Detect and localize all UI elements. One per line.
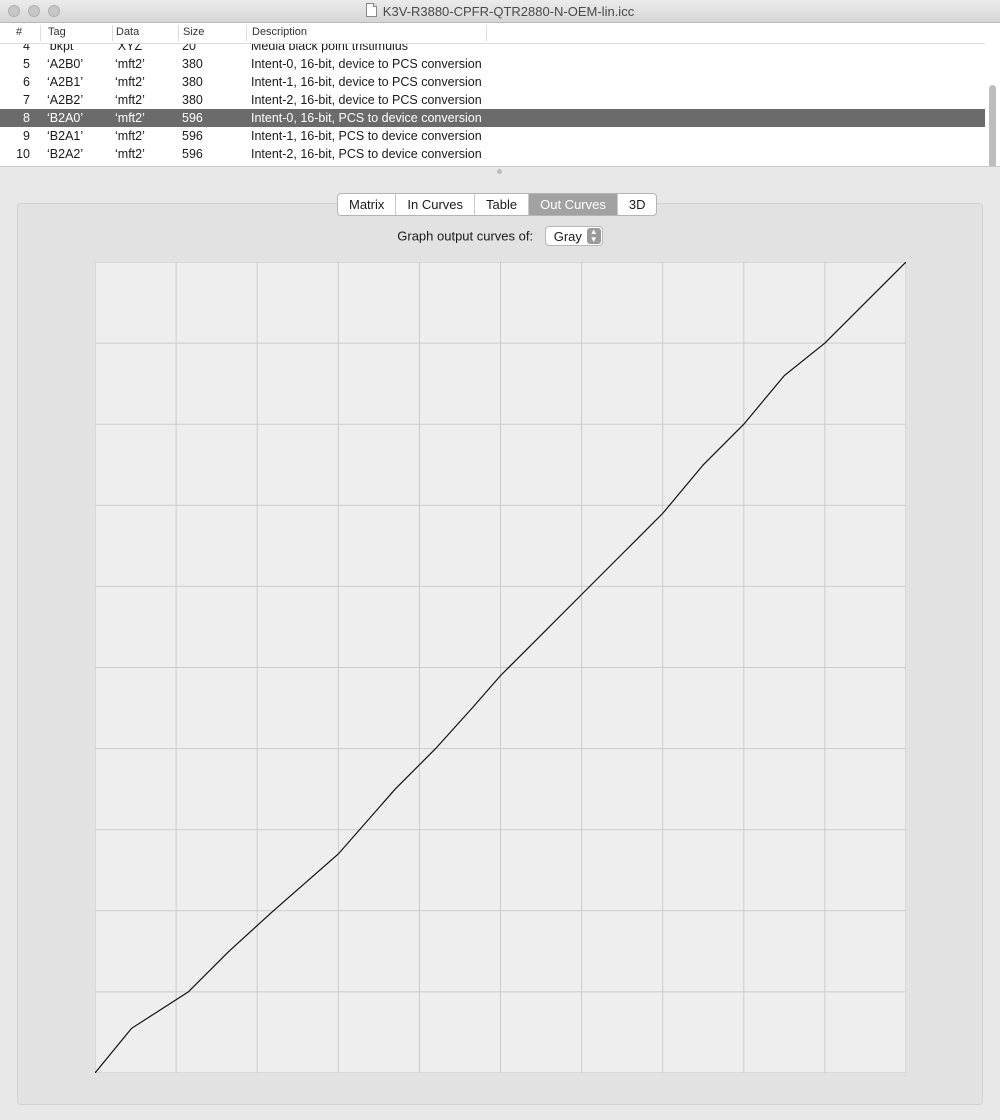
row-description: Intent-1, 16-bit, PCS to device conversi… — [251, 129, 482, 143]
row-tag: ‘B2A0’ — [47, 111, 84, 125]
tab-3d[interactable]: 3D — [618, 194, 657, 215]
table-row[interactable]: 10 ‘B2A2’ ‘mft2’ 596 Intent-2, 16-bit, PCS t… — [0, 145, 985, 163]
row-tag: ‘A2B1’ — [47, 75, 84, 89]
row-size: 380 — [182, 75, 203, 89]
tab-table[interactable]: Table — [475, 194, 530, 215]
table-row[interactable]: 7 ‘A2B2’ ‘mft2’ 380 Intent-2, 16-bit, device… — [0, 91, 985, 109]
row-number: 7 — [23, 93, 30, 107]
title-bar: K3V-R3880-CPFR-QTR2880-N-OEM-lin.icc — [0, 0, 1000, 23]
split-view-divider-handle[interactable] — [497, 169, 502, 174]
column-header-tag[interactable]: Tag — [48, 26, 66, 40]
column-separator — [40, 25, 41, 41]
view-tab-control: Matrix In Curves Table Out Curves 3D — [337, 193, 658, 216]
row-size: 596 — [182, 129, 203, 143]
row-data-type: ‘mft2’ — [115, 129, 145, 143]
channel-select[interactable]: Gray ▲ ▼ — [544, 226, 603, 246]
column-header-description[interactable]: Description — [252, 26, 307, 40]
output-curve-chart — [95, 262, 906, 1073]
row-description: Intent-2, 16-bit, device to PCS conversi… — [251, 93, 482, 107]
row-number: 5 — [23, 57, 30, 71]
table-row[interactable]: 6 ‘A2B1’ ‘mft2’ 380 Intent-1, 16-bit, device… — [0, 73, 985, 91]
row-size: 380 — [182, 93, 203, 107]
row-number: 10 — [16, 147, 30, 161]
row-tag: ‘A2B0’ — [47, 57, 84, 71]
table-row[interactable]: 11 ‘gamt’‘mft1’1,080 8-bit, PCS to gamut c… — [0, 163, 985, 166]
row-number: 8 — [23, 111, 30, 125]
row-description: Intent-2, 16-bit, PCS to device conversi… — [251, 147, 482, 161]
row-number: 11 — [0, 165, 30, 166]
row-data-type: ‘mft2’ — [115, 93, 145, 107]
graph-output-label: Graph output curves of: — [397, 228, 534, 244]
window-title-text: K3V-R3880-CPFR-QTR2880-N-OEM-lin.icc — [382, 4, 635, 19]
row-description: Intent-0, 16-bit, PCS to device conversi… — [251, 111, 482, 125]
window-title: K3V-R3880-CPFR-QTR2880-N-OEM-lin.icc — [0, 3, 1000, 19]
row-tag: ‘A2B2’ — [47, 93, 84, 107]
column-separator — [112, 25, 113, 41]
column-separator — [486, 25, 487, 41]
column-header-number[interactable]: # — [16, 26, 22, 40]
row-data-type: ‘mft2’ — [115, 111, 145, 125]
document-icon — [365, 3, 377, 17]
row-tag: ‘B2A1’ — [47, 129, 84, 143]
row-description: Intent-1, 16-bit, device to PCS conversi… — [251, 75, 482, 89]
column-separator — [178, 25, 179, 41]
tag-table-header: # Tag Data Size Description — [0, 23, 985, 44]
chevron-up-down-icon: ▲ ▼ — [586, 228, 601, 244]
row-size: 596 — [182, 111, 203, 125]
table-scrollbar[interactable] — [989, 85, 996, 166]
row-size: 596 — [182, 147, 203, 161]
row-description: 8-bit, PCS to gamut check table — [251, 165, 484, 166]
graph-control-row: Graph output curves of: Gray ▲ ▼ — [0, 226, 1000, 246]
tag-table[interactable]: 4 ‘bkpt’ ‘XYZ’ 20 Media black point tristimu… — [0, 23, 1000, 167]
column-header-size[interactable]: Size — [183, 26, 204, 40]
row-tag: ‘B2A2’ — [47, 147, 84, 161]
tab-matrix[interactable]: Matrix — [338, 194, 397, 215]
table-row[interactable]: 8 ‘B2A0’ ‘mft2’ 596 Intent-0, 16-bit, PCS to… — [0, 109, 985, 127]
row-data-type: ‘mft2’ — [115, 57, 145, 71]
table-row[interactable]: 9 ‘B2A1’ ‘mft2’ 596 Intent-1, 16-bit, PCS to… — [0, 127, 985, 145]
row-data-type: ‘mft2’ — [115, 75, 145, 89]
row-size: 1,080 — [182, 165, 247, 166]
row-data-type: ‘mft1’ — [115, 165, 180, 166]
row-tag: ‘gamt’ — [47, 165, 112, 166]
column-separator — [246, 25, 247, 41]
column-header-data[interactable]: Data — [116, 26, 139, 40]
row-number: 9 — [23, 129, 30, 143]
row-description: Intent-0, 16-bit, device to PCS conversi… — [251, 57, 482, 71]
tab-in-curves[interactable]: In Curves — [396, 194, 476, 215]
row-number: 6 — [23, 75, 30, 89]
row-size: 380 — [182, 57, 203, 71]
channel-select-value: Gray — [553, 229, 582, 244]
row-data-type: ‘mft2’ — [115, 147, 145, 161]
table-row[interactable]: 5 ‘A2B0’ ‘mft2’ 380 Intent-0, 16-bit, device… — [0, 55, 985, 73]
tab-out-curves[interactable]: Out Curves — [529, 194, 618, 215]
